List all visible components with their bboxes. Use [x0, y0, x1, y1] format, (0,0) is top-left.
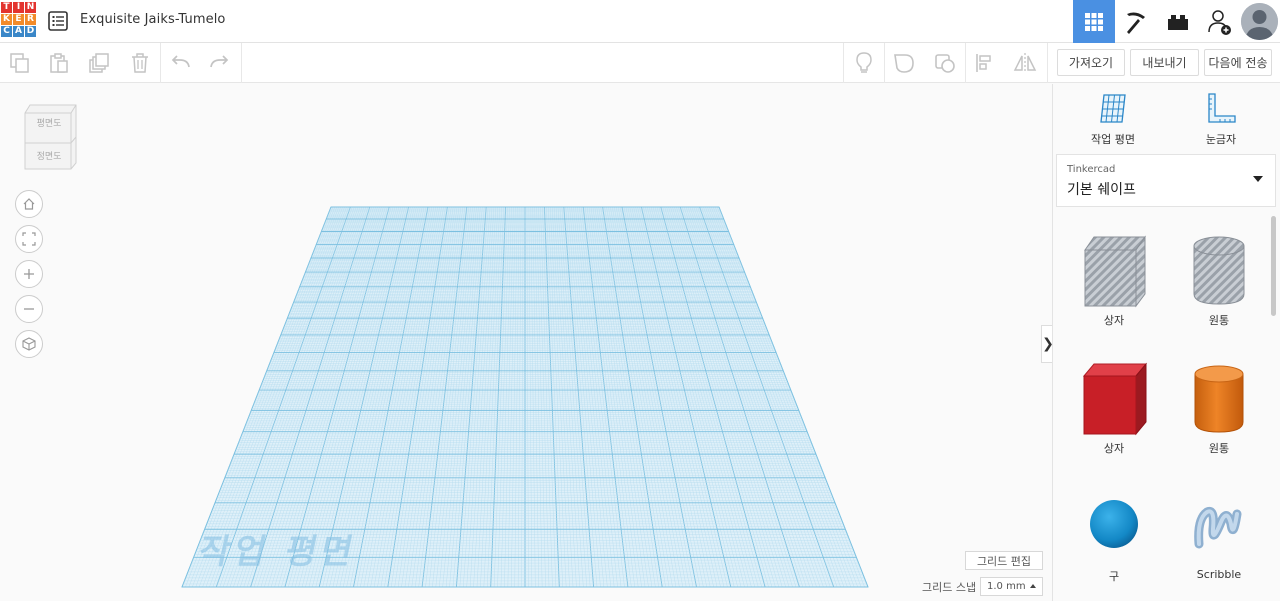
library-name: 기본 쉐이프 [1067, 182, 1136, 198]
orange-cylinder-icon [1194, 365, 1244, 433]
top-right-actions [1073, 0, 1280, 43]
avatar-silhouette-icon [1241, 3, 1278, 40]
user-avatar[interactable] [1241, 3, 1278, 40]
grid-snap-label: 그리드 스냅 [922, 581, 977, 594]
shape-sphere[interactable]: 구 [1064, 484, 1164, 594]
mirror-icon[interactable] [1013, 51, 1037, 75]
shape-box-hole[interactable]: 상자 [1064, 224, 1164, 334]
perspective-cube-icon [22, 337, 36, 351]
workplane-grid[interactable] [0, 84, 1052, 601]
logo-letter: R [25, 14, 36, 25]
delete-icon[interactable] [128, 51, 152, 75]
red-box-icon [1082, 362, 1148, 436]
grid-view-icon [1085, 12, 1103, 31]
add-user-icon [1208, 9, 1231, 35]
logo-letter: A [13, 26, 24, 37]
fit-all-button[interactable] [15, 225, 43, 253]
home-icon [23, 198, 35, 210]
shape-label: 원통 [1208, 314, 1230, 327]
logo-letter: D [25, 26, 36, 37]
view-cube[interactable]: 평면도 정면도 [24, 103, 78, 171]
shape-label: 구 [1108, 570, 1120, 583]
minus-icon [24, 308, 34, 310]
edit-grid-button[interactable]: 그리드 편집 [965, 551, 1043, 570]
grid-snap-select[interactable]: 1.0 mm [980, 577, 1043, 596]
design-list-icon[interactable] [48, 11, 68, 31]
export-button[interactable]: 내보내기 [1130, 49, 1199, 76]
scribble-icon [1194, 506, 1242, 549]
3d-design-view-button[interactable] [1073, 0, 1115, 43]
library-source: Tinkercad [1067, 164, 1116, 175]
shape-label: 상자 [1103, 442, 1125, 455]
ruler-tool-label: 눈금자 [1205, 133, 1237, 146]
shape-cylinder[interactable]: 원통 [1169, 354, 1269, 464]
invite-user-button[interactable] [1199, 0, 1241, 43]
perspective-toggle-button[interactable] [15, 330, 43, 358]
workplane-tool-label: 작업 평면 [1091, 133, 1135, 146]
view-cube-front-face[interactable]: 정면도 [26, 149, 72, 162]
import-button[interactable]: 가져오기 [1057, 49, 1125, 76]
undo-icon[interactable] [169, 51, 193, 75]
blue-sphere-icon [1090, 500, 1138, 548]
toolbar-divider [160, 43, 161, 83]
panel-scrollbar[interactable] [1271, 216, 1276, 316]
send-to-button[interactable]: 다음에 전송 [1204, 49, 1272, 76]
lego-bricks-view-button[interactable] [1157, 0, 1199, 43]
paste-icon[interactable] [47, 51, 71, 75]
view-cube-top-face[interactable]: 평면도 [26, 116, 72, 129]
shape-label: 상자 [1103, 314, 1125, 327]
zoom-in-button[interactable] [15, 260, 43, 288]
workplane-grid-icon [1100, 94, 1126, 123]
top-bar: TIN KER CAD Exquisite Jaiks-Tumelo [0, 0, 1280, 43]
chevron-down-icon [1253, 176, 1263, 182]
shape-label: Scribble [1196, 568, 1242, 581]
ruler-icon [1208, 93, 1236, 123]
redo-icon[interactable] [207, 51, 231, 75]
logo-letter: N [25, 2, 36, 13]
zoom-out-button[interactable] [15, 295, 43, 323]
workplane-tool[interactable]: 작업 평면 [1073, 92, 1153, 147]
logo-letter: E [13, 14, 24, 25]
pickaxe-icon [1127, 12, 1145, 34]
minecraft-view-button[interactable] [1115, 0, 1157, 43]
ruler-tool[interactable]: 눈금자 [1181, 92, 1261, 147]
logo-letter: T [1, 2, 12, 13]
plus-icon [24, 269, 34, 279]
copy-icon[interactable] [8, 51, 32, 75]
logo-letter: K [1, 14, 12, 25]
toolbar-divider [884, 43, 885, 83]
edit-toolbar: 가져오기 내보내기 다음에 전송 [0, 43, 1280, 83]
shape-scribble[interactable]: Scribble [1169, 484, 1269, 594]
hole-shape-icon[interactable] [933, 51, 957, 75]
tinkercad-logo[interactable]: TIN KER CAD [1, 2, 37, 39]
fit-view-icon [22, 232, 36, 246]
home-view-button[interactable] [15, 190, 43, 218]
shape-box[interactable]: 상자 [1064, 354, 1164, 464]
3d-workspace[interactable]: 작업 평면 평면도 정면도 그리드 편집 그리드 스냅 1.0 mm [0, 84, 1052, 601]
duplicate-icon[interactable] [87, 51, 111, 75]
align-icon[interactable] [973, 51, 997, 75]
caret-up-icon [1030, 584, 1036, 588]
shape-library-dropdown[interactable]: Tinkercad 기본 쉐이프 [1056, 154, 1276, 207]
logo-letter: I [13, 2, 24, 13]
grid-snap-value: 1.0 mm [987, 581, 1026, 592]
brick-icon [1168, 14, 1188, 30]
solid-shape-icon[interactable] [892, 51, 916, 75]
toolbar-divider [241, 43, 242, 83]
workplane-watermark: 작업 평면 [195, 532, 361, 572]
notes-lightbulb-icon[interactable] [852, 51, 876, 75]
logo-letter: C [1, 26, 12, 37]
toolbar-divider [843, 43, 844, 83]
shapes-panel: 작업 평면 눈금자 Tinkercad 기본 쉐이프 상자 원통 상자 원통 구… [1052, 84, 1280, 601]
toolbar-divider [1047, 43, 1048, 83]
shape-cylinder-hole[interactable]: 원통 [1169, 224, 1269, 334]
cylinder-hole-icon [1193, 236, 1245, 305]
box-hole-icon [1084, 235, 1146, 308]
shape-label: 원통 [1208, 442, 1230, 455]
toolbar-divider [965, 43, 966, 83]
project-title[interactable]: Exquisite Jaiks-Tumelo [80, 12, 225, 27]
